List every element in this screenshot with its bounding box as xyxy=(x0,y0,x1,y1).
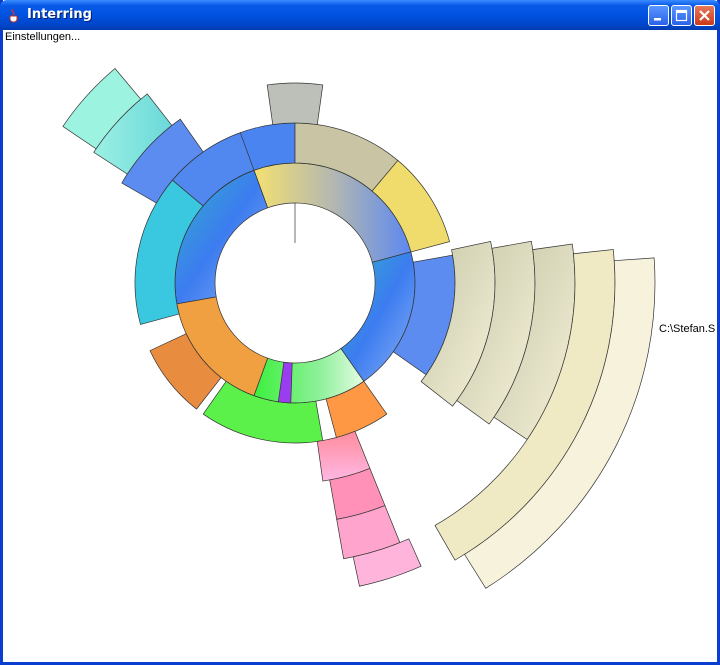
sunburst-segments[interactable] xyxy=(62,68,656,589)
app-window: Interring Einstellungen... C:\Stefan.S xyxy=(0,0,720,665)
segment-gray-outer[interactable] xyxy=(266,82,324,125)
window-title: Interring xyxy=(27,7,92,22)
minimize-icon xyxy=(654,18,661,21)
hover-path-label: C:\Stefan.S xyxy=(659,323,716,335)
close-icon xyxy=(699,10,710,21)
maximize-button[interactable] xyxy=(671,5,692,26)
segment-blue-right[interactable] xyxy=(340,251,416,382)
maximize-icon xyxy=(675,9,688,22)
sunburst-chart[interactable] xyxy=(3,30,717,662)
minimize-button[interactable] xyxy=(648,5,669,26)
close-button[interactable] xyxy=(694,5,715,26)
java-cup-icon xyxy=(9,8,19,23)
title-bar[interactable]: Interring xyxy=(0,0,720,30)
